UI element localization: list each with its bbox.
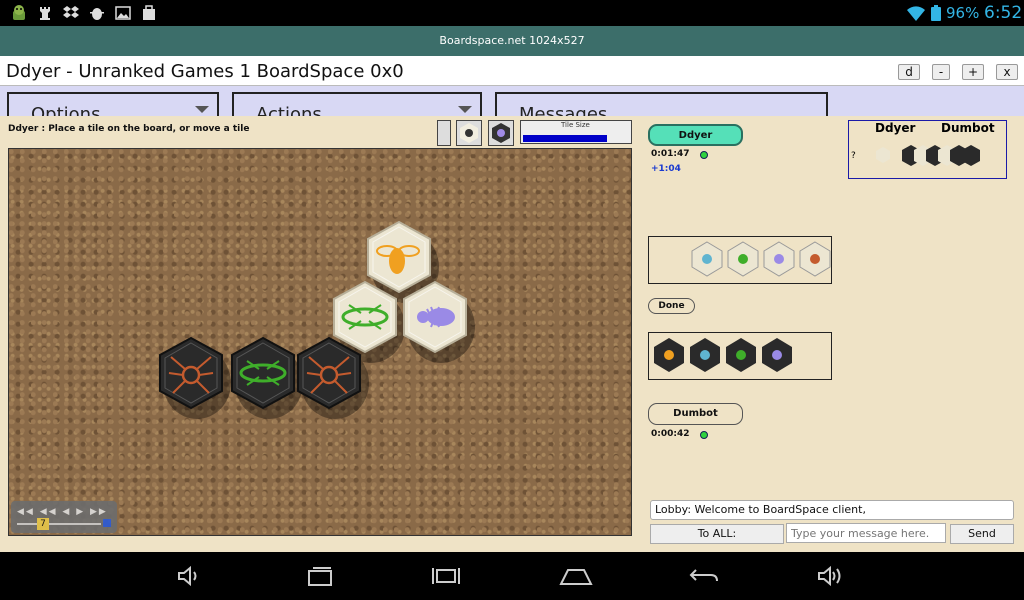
replay-slider[interactable] bbox=[17, 523, 101, 525]
image-icon bbox=[115, 6, 131, 20]
tile-style-dark-button[interactable] bbox=[488, 120, 514, 146]
chevron-down-icon bbox=[458, 106, 472, 113]
minimize-button[interactable]: - bbox=[932, 64, 950, 80]
sound-toggle-button[interactable] bbox=[437, 120, 451, 146]
flag-icon bbox=[103, 519, 111, 527]
player1-extra-time: +1:04 bbox=[651, 164, 681, 174]
battery-icon bbox=[931, 5, 941, 21]
volume-down-icon[interactable] bbox=[176, 564, 204, 588]
volume-up-icon[interactable] bbox=[816, 564, 844, 588]
scoreboard-marker: ? bbox=[851, 151, 856, 161]
replay-buttons-icon[interactable]: ◀◀ ◀◀ ◀ ▶ ▶▶ bbox=[17, 507, 111, 517]
window-title: Ddyer - Unranked Games 1 BoardSpace 0x0 bbox=[6, 61, 404, 82]
rack-pieces bbox=[654, 338, 792, 372]
tile-size-slider[interactable]: Tile Size bbox=[520, 120, 632, 144]
back-icon[interactable] bbox=[688, 564, 720, 588]
app-title: Boardspace.net 1024x527 bbox=[0, 26, 1024, 56]
tile-size-level bbox=[523, 135, 607, 142]
to-all-button[interactable]: To ALL: bbox=[650, 524, 784, 544]
recent-apps-icon[interactable] bbox=[306, 564, 334, 588]
bug-icon bbox=[492, 123, 510, 143]
navigation-bar bbox=[0, 552, 1024, 600]
status-bar: 96% 6:52 bbox=[0, 0, 1024, 26]
bug-icon bbox=[460, 123, 478, 143]
player2-time: 0:00:42 bbox=[651, 429, 690, 439]
battery-percentage: 96% bbox=[946, 4, 980, 22]
replay-controls[interactable]: ◀◀ ◀◀ ◀ ▶ ▶▶ 7 bbox=[11, 501, 117, 533]
scoreboard-player1: Ddyer bbox=[875, 121, 916, 135]
player2-button[interactable]: Dumbot bbox=[648, 403, 743, 425]
player2-rack[interactable] bbox=[648, 332, 832, 380]
maximize-button[interactable]: + bbox=[962, 64, 984, 80]
screenshot-icon[interactable] bbox=[432, 564, 460, 588]
scoreboard-player2: Dumbot bbox=[941, 121, 995, 135]
game-board[interactable]: ◀◀ ◀◀ ◀ ▶ ▶▶ 7 bbox=[8, 148, 632, 536]
dropbox-icon bbox=[63, 6, 79, 18]
android-bug-icon bbox=[90, 8, 104, 20]
chat-log: Lobby: Welcome to BoardSpace client, bbox=[650, 500, 1014, 520]
menu-bar: Options Actions Messages bbox=[0, 86, 1024, 118]
player1-time: 0:01:47 bbox=[651, 149, 690, 159]
scoreboard: Ddyer Dumbot ? bbox=[848, 120, 1007, 179]
android-icon bbox=[13, 5, 25, 20]
player1-rack[interactable] bbox=[648, 236, 832, 284]
chess-rook-icon bbox=[40, 7, 50, 20]
window-button-d[interactable]: d bbox=[898, 64, 920, 80]
board-pieces bbox=[159, 221, 475, 419]
player1-status-dot bbox=[700, 151, 708, 159]
player2-status-dot bbox=[700, 431, 708, 439]
home-icon[interactable] bbox=[558, 564, 594, 588]
tile-style-white-button[interactable] bbox=[456, 120, 482, 146]
player1-button[interactable]: Ddyer bbox=[648, 124, 743, 146]
done-button[interactable]: Done bbox=[648, 298, 695, 314]
replay-move-number: 7 bbox=[37, 518, 49, 530]
tile-size-label: Tile Size bbox=[561, 121, 590, 129]
chevron-down-icon bbox=[195, 106, 209, 113]
window-title-bar: Ddyer - Unranked Games 1 BoardSpace 0x0 … bbox=[0, 56, 1024, 86]
messages-menu[interactable]: Messages bbox=[495, 92, 828, 118]
close-button[interactable]: x bbox=[996, 64, 1018, 80]
chat-message-input[interactable] bbox=[786, 523, 946, 543]
clock: 6:52 bbox=[984, 3, 1023, 23]
send-button[interactable]: Send bbox=[950, 524, 1014, 544]
actions-menu[interactable]: Actions bbox=[232, 92, 482, 118]
bag-icon bbox=[143, 5, 155, 20]
mini-board bbox=[876, 145, 980, 166]
game-area: Ddyer : Place a tile on the board, or mo… bbox=[0, 116, 1024, 552]
rack-pieces bbox=[691, 241, 831, 277]
game-prompt: Ddyer : Place a tile on the board, or mo… bbox=[8, 124, 250, 134]
wifi-icon bbox=[907, 6, 925, 22]
options-menu[interactable]: Options bbox=[7, 92, 219, 118]
